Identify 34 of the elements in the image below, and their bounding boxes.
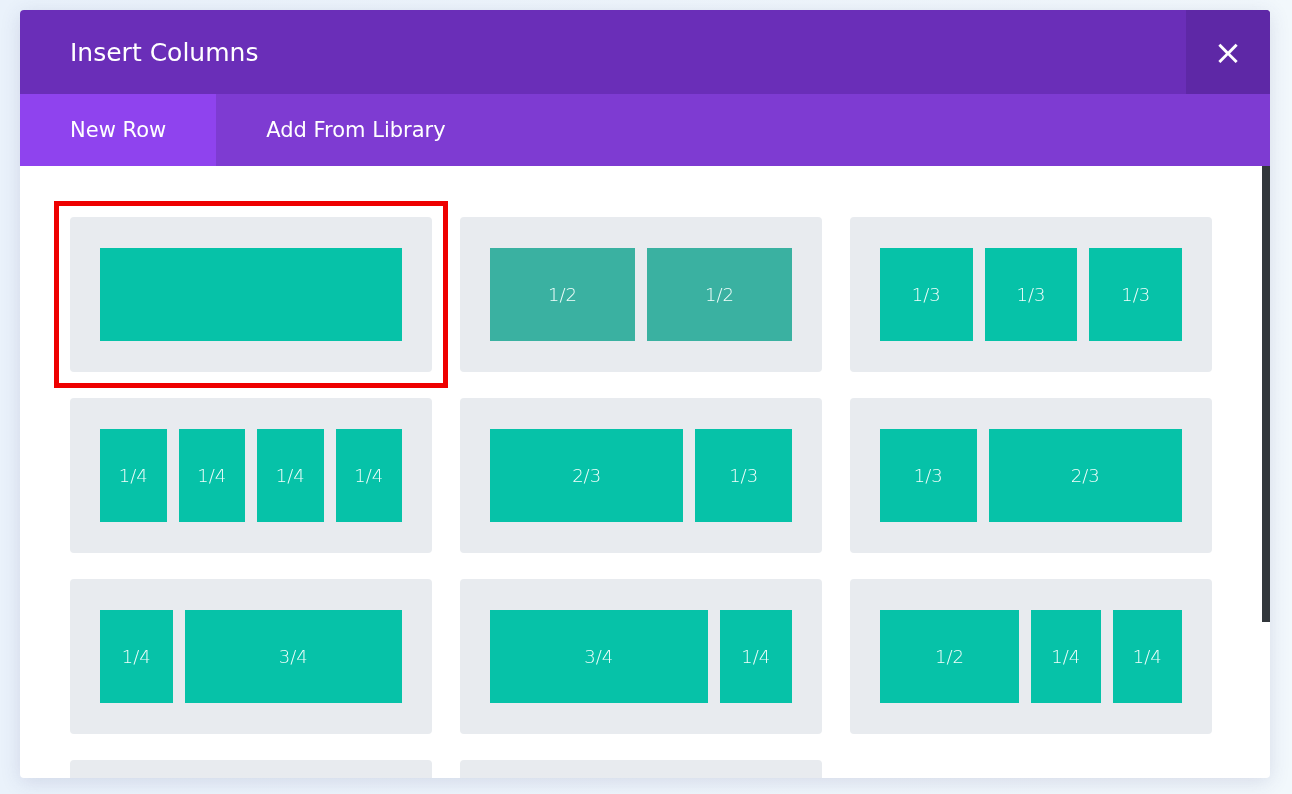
column-layout-card[interactable]: 3/4 1/4 (460, 579, 822, 734)
column-block: 1/4 (178, 429, 245, 522)
column-block: 1/2 (490, 248, 635, 341)
column-layout-card[interactable]: 1/4 3/4 (70, 579, 432, 734)
column-layout-card[interactable]: 2/3 1/3 (460, 398, 822, 553)
column-block: 1/3 (984, 248, 1078, 341)
column-block: 1/3 (1089, 248, 1182, 341)
close-button[interactable]: × (1186, 10, 1270, 94)
column-block: 1/3 (880, 429, 977, 522)
column-block: 1/4 (100, 429, 167, 522)
column-block: 2/3 (490, 429, 684, 522)
column-block: 1/3 (880, 248, 973, 341)
column-block: 2/3 (988, 429, 1182, 522)
column-block: 1/2 (647, 248, 792, 341)
column-layout-card[interactable]: 1/3 2/3 (850, 398, 1212, 553)
column-block: 1/4 (257, 429, 324, 522)
column-layout-card[interactable]: 1/3 1/3 1/3 (850, 217, 1212, 372)
column-block: 1/4 (335, 429, 402, 522)
column-block: 1/4 (719, 610, 792, 703)
tab[interactable]: New Row (20, 94, 217, 166)
column-block: 1/4 (1112, 610, 1182, 703)
column-block: 1/2 (880, 610, 1019, 703)
column-layout-card[interactable]: 1/2 1/4 1/4 (850, 579, 1212, 734)
column-block: 1/4 (100, 610, 173, 703)
tab[interactable]: Add From Library (216, 94, 496, 166)
scrollbar-thumb[interactable] (1262, 166, 1270, 622)
column-block: 3/4 (184, 610, 402, 703)
column-layout-card[interactable]: 1/4 1/4 1/4 1/4 (70, 398, 432, 553)
column-block: 1/4 (1031, 610, 1101, 703)
column-block: 1/3 (695, 429, 792, 522)
column-layout-card[interactable]: 1/2 1/2 (460, 217, 822, 372)
column-layout-card[interactable] (70, 217, 432, 372)
modal-title: Insert Columns (69, 36, 260, 69)
column-block: 3/4 (490, 610, 708, 703)
